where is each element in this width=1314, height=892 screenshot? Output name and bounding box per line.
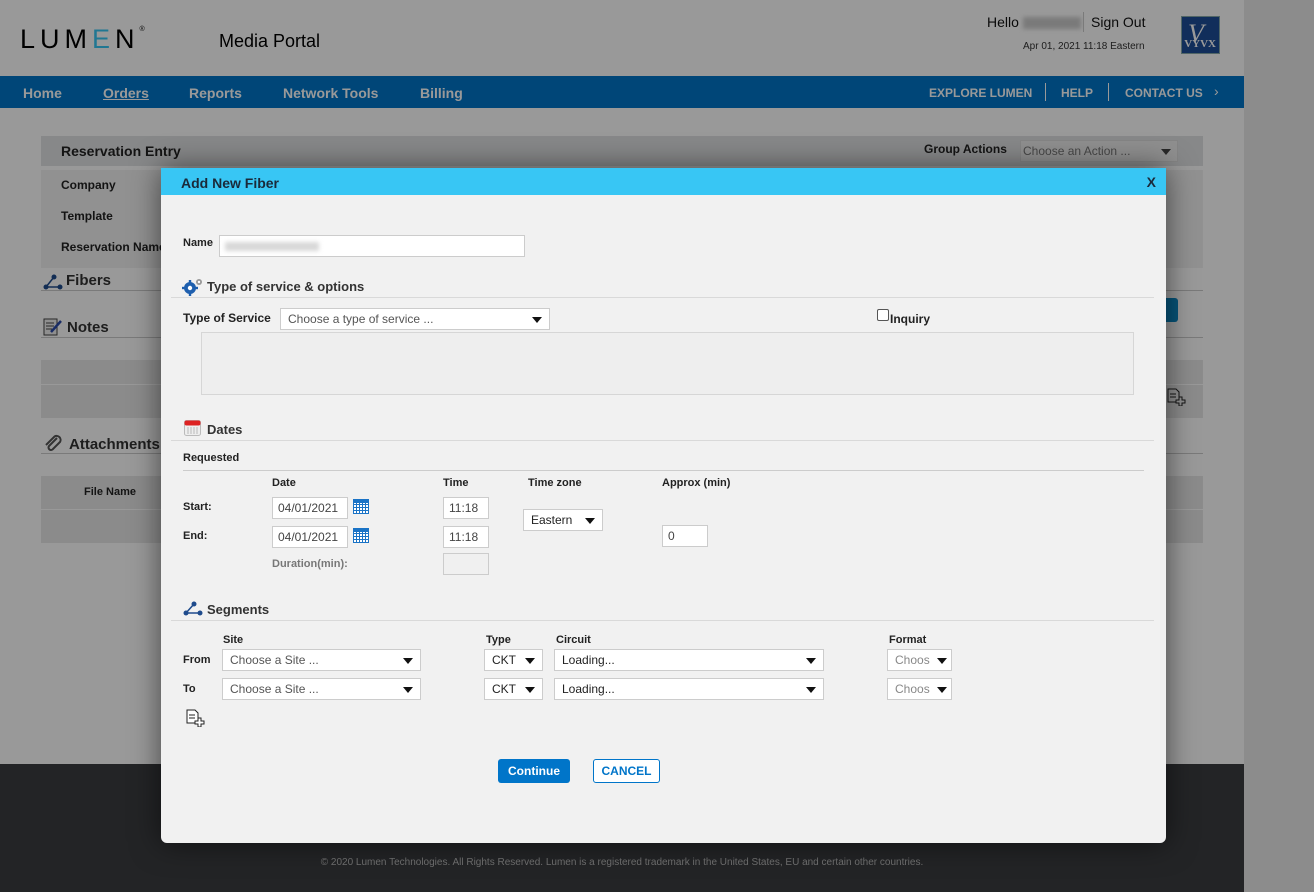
from-format-select[interactable]: Choos (887, 649, 952, 671)
from-type-select[interactable]: CKT (484, 649, 543, 671)
site-column-header: Site (223, 634, 244, 646)
calendar-icon[interactable] (353, 499, 369, 514)
calendar-section-icon (184, 420, 201, 436)
duration-input (443, 553, 489, 575)
segments-section-title: Segments (207, 602, 270, 617)
from-circuit-value: Loading... (562, 653, 615, 667)
chevron-down-icon (937, 687, 947, 693)
end-label: End: (183, 530, 208, 542)
add-segment-icon[interactable] (185, 709, 205, 727)
dialog-header: Add New Fiber X (161, 168, 1166, 195)
divider (171, 440, 1154, 441)
chevron-down-icon (525, 687, 535, 693)
type-of-service-placeholder: Choose a type of service ... (288, 312, 434, 326)
from-site-placeholder: Choose a Site ... (230, 653, 319, 667)
to-type-value: CKT (492, 682, 516, 696)
time-zone-select[interactable]: Eastern (523, 509, 603, 531)
settings-gears-icon (182, 279, 202, 296)
cancel-button[interactable]: CANCEL (593, 759, 660, 783)
chevron-down-icon (403, 687, 413, 693)
requested-label: Requested (183, 452, 240, 464)
chevron-down-icon (937, 658, 947, 664)
to-circuit-select[interactable]: Loading... (554, 678, 824, 700)
to-format-select[interactable]: Choos (887, 678, 952, 700)
type-of-service-label: Type of Service (183, 311, 271, 325)
end-time-input[interactable]: 11:18 (443, 526, 489, 548)
divider (171, 297, 1154, 298)
to-type-select[interactable]: CKT (484, 678, 543, 700)
start-time-input[interactable]: 11:18 (443, 497, 489, 519)
to-label: To (183, 683, 196, 695)
dates-section-title: Dates (207, 422, 243, 437)
from-site-select[interactable]: Choose a Site ... (222, 649, 421, 671)
calendar-icon[interactable] (353, 528, 369, 543)
chevron-down-icon (806, 687, 816, 693)
start-label: Start: (183, 501, 212, 513)
time-column-header: Time (443, 477, 469, 489)
approx-min-input[interactable]: 0 (662, 525, 708, 547)
time-zone-column-header: Time zone (528, 477, 582, 489)
dialog-title: Add New Fiber (181, 175, 280, 191)
chevron-down-icon (403, 658, 413, 664)
divider (171, 620, 1154, 621)
date-column-header: Date (272, 477, 296, 489)
chevron-down-icon (806, 658, 816, 664)
close-button[interactable]: X (1147, 174, 1156, 190)
segments-icon (183, 601, 203, 616)
from-circuit-select[interactable]: Loading... (554, 649, 824, 671)
from-type-value: CKT (492, 653, 516, 667)
name-label: Name (183, 237, 213, 249)
approx-column-header: Approx (min) (662, 477, 731, 489)
format-column-header: Format (889, 634, 927, 646)
time-zone-value: Eastern (531, 513, 573, 527)
continue-button[interactable]: Continue (498, 759, 570, 783)
name-input[interactable] (219, 235, 525, 257)
end-date-input[interactable]: 04/01/2021 (272, 526, 348, 548)
add-new-fiber-dialog: Add New Fiber X Name Type of service & o… (161, 168, 1166, 843)
divider (183, 470, 1144, 471)
chevron-down-icon (532, 317, 542, 323)
duration-label: Duration(min): (272, 558, 348, 570)
to-site-placeholder: Choose a Site ... (230, 682, 319, 696)
chevron-down-icon (585, 518, 595, 524)
to-format-placeholder: Choos (895, 682, 930, 696)
inquiry-label: Inquiry (890, 312, 931, 326)
to-circuit-value: Loading... (562, 682, 615, 696)
to-site-select[interactable]: Choose a Site ... (222, 678, 421, 700)
circuit-column-header: Circuit (556, 634, 591, 646)
name-value-redacted (225, 242, 319, 251)
type-of-service-section-title: Type of service & options (207, 279, 365, 294)
from-format-placeholder: Choos (895, 653, 930, 667)
chevron-down-icon (525, 658, 535, 664)
service-options-panel (201, 332, 1134, 395)
start-date-input[interactable]: 04/01/2021 (272, 497, 348, 519)
inquiry-checkbox[interactable] (877, 309, 889, 321)
type-column-header: Type (486, 634, 511, 646)
from-label: From (183, 654, 211, 666)
type-of-service-select[interactable]: Choose a type of service ... (280, 308, 550, 330)
